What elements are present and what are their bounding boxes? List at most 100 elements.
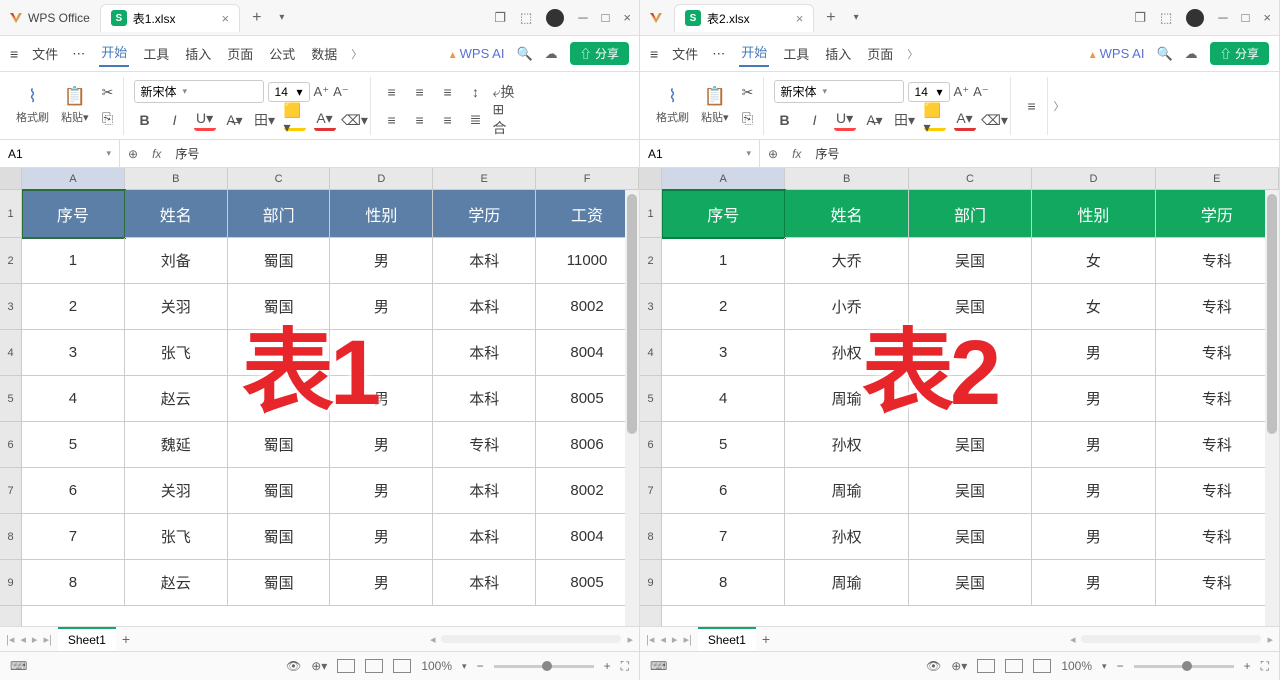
data-cell[interactable]: 关羽 xyxy=(125,284,228,330)
row-header[interactable]: 8 xyxy=(0,514,21,560)
sheet-tab[interactable]: Sheet1 xyxy=(58,627,116,651)
select-all-corner[interactable] xyxy=(640,168,661,190)
spreadsheet-grid[interactable]: 1 2 3 4 5 6 7 8 9 ABCDEF 序号姓名部门性别学历工资1刘备… xyxy=(0,168,639,626)
data-cell[interactable]: 8005 xyxy=(536,560,639,606)
strike-icon[interactable]: A̶▾ xyxy=(864,109,886,131)
view-break-icon[interactable] xyxy=(393,659,411,673)
font-increase-icon[interactable]: A⁺ xyxy=(314,84,330,100)
menu-overflow-icon[interactable]: 〉 xyxy=(351,46,362,62)
menu-more-icon[interactable]: ⋯ xyxy=(72,46,87,62)
format-painter-button[interactable]: ⌇格式刷 xyxy=(12,84,53,127)
row-header[interactable]: 6 xyxy=(640,422,661,468)
menu-tools[interactable]: 工具 xyxy=(781,42,811,65)
font-size-select[interactable]: 14▾ xyxy=(268,82,310,102)
data-cell[interactable]: 吴国 xyxy=(909,468,1032,514)
data-cell[interactable]: 专科 xyxy=(1156,560,1279,606)
header-cell[interactable]: 工资 xyxy=(536,190,639,238)
zoom-out-icon[interactable]: − xyxy=(477,659,484,673)
data-cell[interactable]: 6 xyxy=(662,468,785,514)
row-header[interactable]: 4 xyxy=(640,330,661,376)
select-all-corner[interactable] xyxy=(0,168,21,190)
font-color-icon[interactable]: A▾ xyxy=(314,109,336,131)
add-sheet-icon[interactable]: + xyxy=(122,631,130,647)
strike-icon[interactable]: A̶▾ xyxy=(224,109,246,131)
data-cell[interactable]: 男 xyxy=(330,560,433,606)
data-cell[interactable]: 专科 xyxy=(1156,376,1279,422)
row-header[interactable]: 5 xyxy=(640,376,661,422)
h-scroll-right-icon[interactable]: ▸ xyxy=(1267,633,1273,646)
column-header[interactable]: E xyxy=(1156,168,1279,189)
data-cell[interactable]: 2 xyxy=(662,284,785,330)
row-header[interactable]: 5 xyxy=(0,376,21,422)
menu-file[interactable]: 文件 xyxy=(30,42,60,65)
data-cell[interactable]: 本科 xyxy=(433,514,536,560)
data-cell[interactable]: 蜀国 xyxy=(228,514,331,560)
minimize-icon[interactable]: ─ xyxy=(1218,10,1227,25)
header-cell[interactable]: 姓名 xyxy=(785,190,908,238)
row-header[interactable]: 9 xyxy=(640,560,661,606)
view-page-icon[interactable] xyxy=(1005,659,1023,673)
data-cell[interactable]: 8005 xyxy=(536,376,639,422)
align-top-icon[interactable]: ≡ xyxy=(381,81,403,103)
zoom-in-icon[interactable]: + xyxy=(604,659,611,673)
data-cell[interactable]: 4 xyxy=(662,376,785,422)
column-header[interactable]: A xyxy=(662,168,785,189)
menu-start[interactable]: 开始 xyxy=(739,40,769,67)
border-icon[interactable]: 田▾ xyxy=(894,109,916,131)
sheet-tab[interactable]: Sheet1 xyxy=(698,627,756,651)
hamburger-icon[interactable]: ≡ xyxy=(10,46,18,62)
data-cell[interactable]: 吴国 xyxy=(909,514,1032,560)
wps-ai-button[interactable]: WPS AI xyxy=(1088,46,1145,61)
zoom-slider[interactable] xyxy=(1134,665,1234,668)
data-cell[interactable]: 周瑜 xyxy=(785,560,908,606)
zoom-in-icon[interactable]: + xyxy=(1244,659,1251,673)
data-cell[interactable]: 孙权 xyxy=(785,422,908,468)
copy-icon[interactable]: ⎘ xyxy=(737,108,759,130)
fx-label[interactable]: fx xyxy=(146,147,167,161)
column-header[interactable]: D xyxy=(1032,168,1155,189)
wps-ai-button[interactable]: WPS AI xyxy=(448,46,505,61)
row-header[interactable]: 9 xyxy=(0,560,21,606)
data-cell[interactable]: 1 xyxy=(662,238,785,284)
menu-insert[interactable]: 插入 xyxy=(823,42,853,65)
header-cell[interactable]: 学历 xyxy=(1156,190,1279,238)
horizontal-scrollbar[interactable] xyxy=(441,635,621,643)
header-cell[interactable]: 性别 xyxy=(1032,190,1155,238)
avatar-icon[interactable] xyxy=(546,9,564,27)
data-cell[interactable]: 8002 xyxy=(536,468,639,514)
header-cell[interactable]: 序号 xyxy=(662,190,785,238)
data-cell[interactable]: 小乔 xyxy=(785,284,908,330)
data-cell[interactable]: 女 xyxy=(1032,284,1155,330)
data-cell[interactable]: 男 xyxy=(1032,560,1155,606)
maximize-icon[interactable]: □ xyxy=(602,10,610,25)
sheet-nav-prev-icon[interactable]: ◂ xyxy=(20,633,26,646)
data-cell[interactable]: 孙权 xyxy=(785,514,908,560)
header-cell[interactable]: 学历 xyxy=(433,190,536,238)
data-cell[interactable]: 吴国 xyxy=(909,560,1032,606)
data-cell[interactable]: 孙权 xyxy=(785,330,908,376)
fx-label[interactable]: fx xyxy=(786,147,807,161)
bold-icon[interactable]: B xyxy=(134,109,156,131)
keyboard-icon[interactable]: ⌨ xyxy=(10,659,27,673)
data-cell[interactable] xyxy=(909,330,1032,376)
cut-icon[interactable]: ✂ xyxy=(737,82,759,104)
header-cell[interactable]: 部门 xyxy=(228,190,331,238)
view-page-icon[interactable] xyxy=(365,659,383,673)
data-cell[interactable]: 吴国 xyxy=(909,284,1032,330)
data-cell[interactable]: 6 xyxy=(22,468,125,514)
italic-icon[interactable]: I xyxy=(164,109,186,131)
keyboard-icon[interactable]: ⌨ xyxy=(650,659,667,673)
menu-data[interactable]: 数据 xyxy=(309,42,339,65)
fill-color-icon[interactable]: 🟨▾ xyxy=(924,109,946,131)
column-header[interactable]: C xyxy=(909,168,1032,189)
data-cell[interactable]: 8004 xyxy=(536,330,639,376)
zoom-out-icon[interactable]: − xyxy=(1117,659,1124,673)
menu-file[interactable]: 文件 xyxy=(670,42,700,65)
wrap-text-icon[interactable]: ⤶换 xyxy=(493,81,515,103)
underline-icon[interactable]: U▾ xyxy=(834,109,856,131)
data-cell[interactable]: 专科 xyxy=(1156,284,1279,330)
row-header[interactable]: 2 xyxy=(0,238,21,284)
view-normal-icon[interactable] xyxy=(337,659,355,673)
formula-input[interactable]: 序号 xyxy=(807,145,1279,162)
data-cell[interactable]: 男 xyxy=(330,238,433,284)
